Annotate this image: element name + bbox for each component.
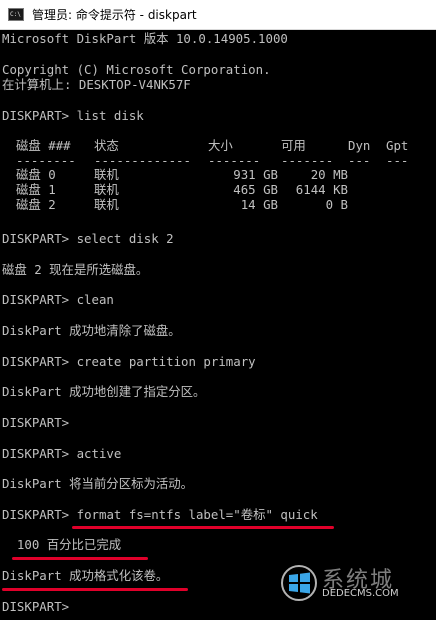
header-free: 可用 [281,138,306,153]
format-command-underline [72,526,334,529]
active-result: DiskPart 将当前分区标为活动。 [2,476,194,491]
header-status: 状态 [94,138,119,153]
format-result-underline [2,588,188,591]
select-disk-command: DISKPART> select disk 2 [2,231,174,246]
header-disk: 磁盘 ### [16,138,71,153]
format-progress-underline [12,557,148,560]
select-disk-result: 磁盘 2 现在是所选磁盘。 [2,262,149,277]
clean-result: DiskPart 成功地清除了磁盘。 [2,323,181,338]
list-disk-command: DISKPART> list disk [2,108,144,123]
row-2-size: 14 GB [240,197,278,212]
title-bar: C:\ 管理员: 命令提示符 - diskpart [0,0,436,30]
separator-gpt: --- [386,153,409,168]
row-2-disk: 磁盘 2 [16,197,56,212]
row-2-status: 联机 [94,197,119,212]
format-prompt: DISKPART> [2,507,77,522]
create-partition-command: DISKPART> create partition primary [2,354,256,369]
row-1-free: 6144 KB [295,182,348,197]
row-1-size: 465 GB [233,182,278,197]
final-prompt: DISKPART> [2,599,70,614]
header-size: 大小 [208,138,233,153]
windows-logo-icon [281,565,317,601]
clean-command: DISKPART> clean [2,292,114,307]
separator-free: ------- [281,153,334,168]
separator-status: ------------- [94,153,191,168]
create-partition-result: DiskPart 成功地创建了指定分区。 [2,384,206,399]
row-2-free: 0 B [325,197,348,212]
empty-prompt: DISKPART> [2,415,70,430]
header-gpt: Gpt [386,138,409,153]
watermark: 系统城 DEDECMS.COM [280,562,430,610]
row-0-free: 20 MB [310,167,348,182]
format-command-line: DISKPART> format fs=ntfs label="卷标" quic… [2,508,318,522]
row-0-status: 联机 [94,167,119,182]
copyright-line: Copyright (C) Microsoft Corporation. [2,62,271,77]
active-command: DISKPART> active [2,446,122,461]
window-title: 管理员: 命令提示符 - diskpart [32,8,197,22]
version-line: Microsoft DiskPart 版本 10.0.14905.1000 [2,31,288,46]
format-result: DiskPart 成功格式化该卷。 [2,568,169,583]
watermark-url: DEDECMS.COM [322,588,399,599]
separator-dyn: --- [348,153,371,168]
console-area[interactable]: Microsoft DiskPart 版本 10.0.14905.1000 Co… [0,30,436,620]
header-dyn: Dyn [348,138,371,153]
cmd-icon: C:\ [8,8,24,21]
row-1-disk: 磁盘 1 [16,182,56,197]
format-progress: 100 百分比已完成 [2,537,122,552]
row-1-status: 联机 [94,182,119,197]
computer-line: 在计算机上: DESKTOP-V4NK57F [2,77,191,92]
separator-disk: -------- [16,153,76,168]
row-0-disk: 磁盘 0 [16,167,56,182]
format-command: format fs=ntfs label="卷标" quick [76,507,318,522]
separator-size: ------- [208,153,261,168]
row-0-size: 931 GB [233,167,278,182]
